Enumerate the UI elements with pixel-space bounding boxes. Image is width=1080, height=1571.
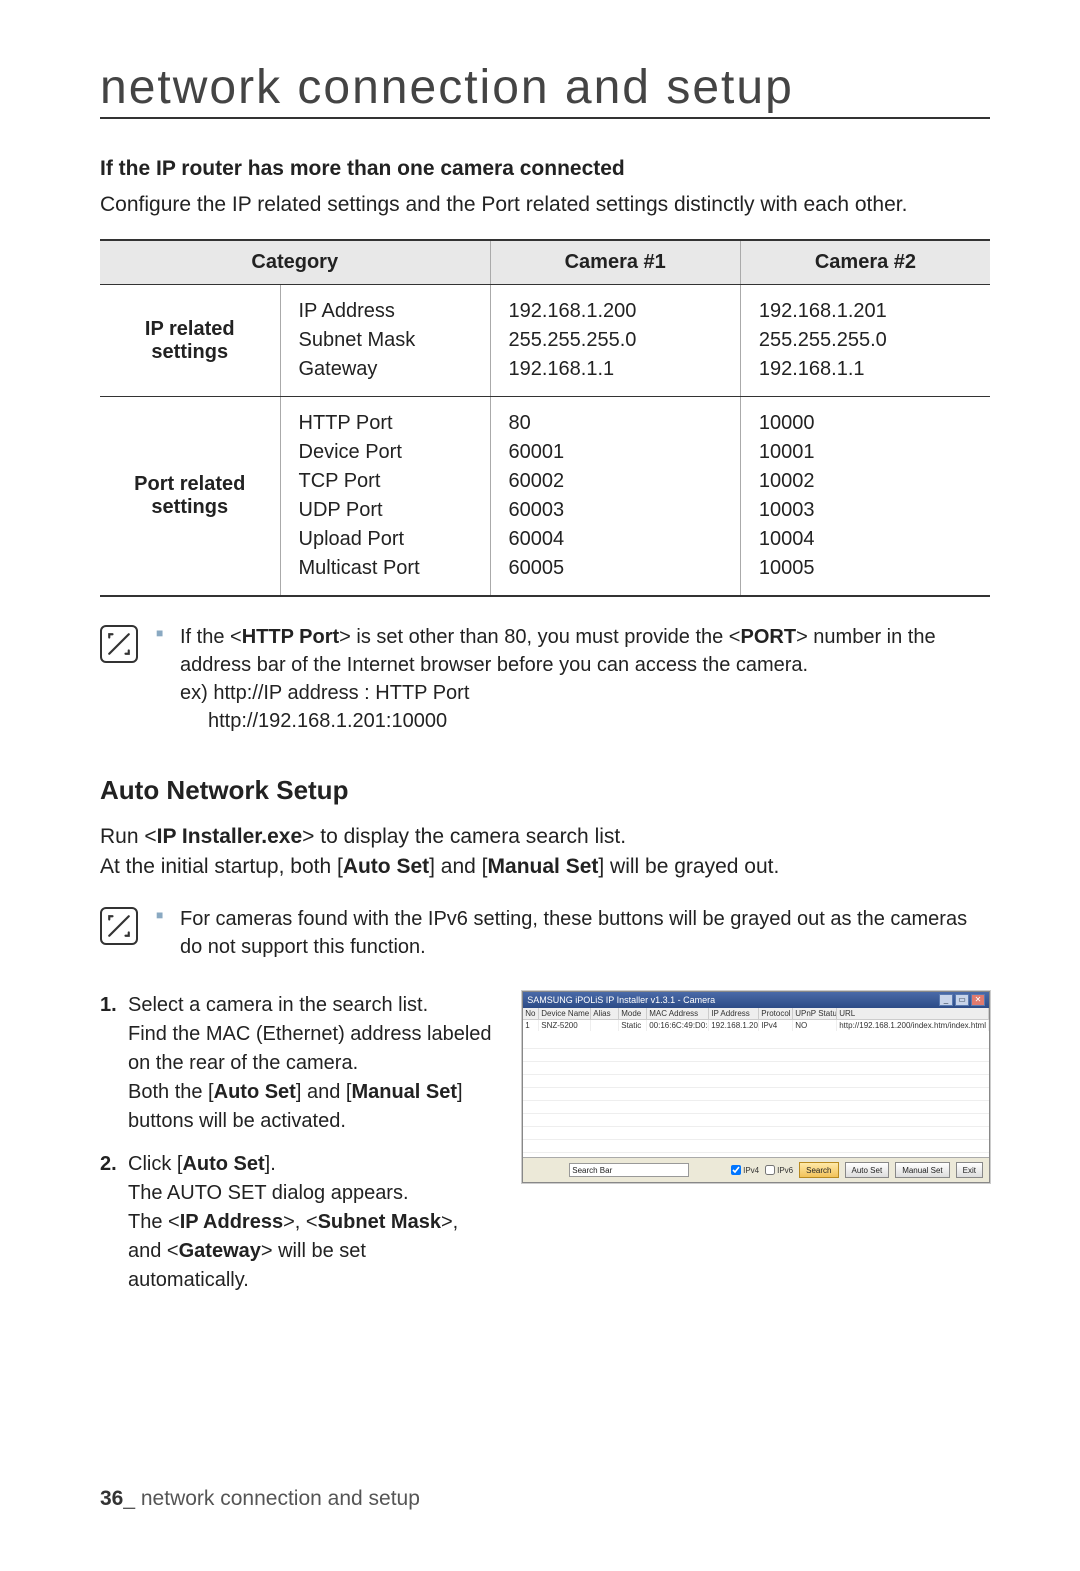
rowhead-port: Port related settings [100, 397, 280, 597]
th-cam1: Camera #1 [490, 240, 740, 285]
ipv4-checkbox[interactable]: IPv4 [731, 1165, 759, 1175]
page-footer: 36_ network connection and setup [100, 1487, 420, 1511]
note-icon [100, 625, 138, 663]
exit-button[interactable]: Exit [956, 1162, 983, 1178]
page-title: network connection and setup [100, 60, 990, 119]
table-row: IP related settings IP Address Subnet Ma… [100, 285, 990, 397]
close-icon[interactable]: ✕ [971, 994, 985, 1006]
if-router-body: Configure the IP related settings and th… [100, 191, 990, 219]
manual-set-button[interactable]: Manual Set [895, 1162, 949, 1178]
window-title: SAMSUNG iPOLiS IP Installer v1.3.1 - Cam… [527, 995, 715, 1005]
ip-installer-window: SAMSUNG iPOLiS IP Installer v1.3.1 - Cam… [522, 991, 990, 1183]
titlebar: SAMSUNG iPOLiS IP Installer v1.3.1 - Cam… [523, 992, 989, 1008]
search-button[interactable]: Search [799, 1162, 838, 1178]
if-router-heading: If the IP router has more than one camer… [100, 157, 990, 181]
ipv6-checkbox[interactable]: IPv6 [765, 1165, 793, 1175]
maximize-icon[interactable]: ▭ [955, 994, 969, 1006]
note-icon [100, 907, 138, 945]
minimize-icon[interactable]: _ [939, 994, 953, 1006]
settings-table: Category Camera #1 Camera #2 IP related … [100, 239, 990, 597]
table-row: Port related settings HTTP Port Device P… [100, 397, 990, 597]
th-cam2: Camera #2 [740, 240, 990, 285]
rowhead-ip: IP related settings [100, 285, 280, 397]
step-2: Click [Auto Set]. The AUTO SET dialog ap… [100, 1150, 492, 1295]
camera-grid[interactable]: No Device Name Alias Mode MAC Address IP… [523, 1008, 989, 1158]
step-1: Select a camera in the search list. Find… [100, 991, 492, 1136]
note-http-port: If the <HTTP Port> is set other than 80,… [156, 623, 990, 735]
table-row[interactable]: 1 SNZ-5200 Static 00:16:6C:49:D0:89 192.… [523, 1020, 989, 1031]
search-bar[interactable]: Search Bar [569, 1163, 689, 1177]
note-ipv6: For cameras found with the IPv6 setting,… [156, 905, 990, 961]
th-category: Category [100, 240, 490, 285]
auto-set-button[interactable]: Auto Set [845, 1162, 890, 1178]
auto-network-setup-body: Run <IP Installer.exe> to display the ca… [100, 822, 990, 881]
auto-network-setup-heading: Auto Network Setup [100, 775, 990, 806]
